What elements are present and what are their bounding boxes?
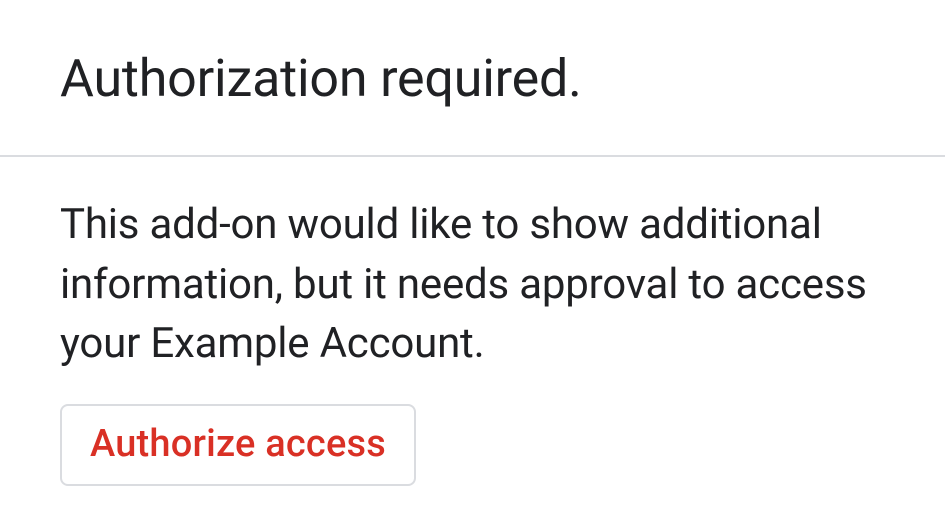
header-section: Authorization required. [0,0,945,155]
authorize-access-button[interactable]: Authorize access [60,404,416,486]
page-title: Authorization required. [60,50,885,107]
authorization-message: This add-on would like to show additiona… [60,195,885,374]
authorization-panel: Authorization required. This add-on woul… [0,0,945,513]
action-row: Authorize access [60,404,885,486]
content-section: This add-on would like to show additiona… [0,157,945,486]
